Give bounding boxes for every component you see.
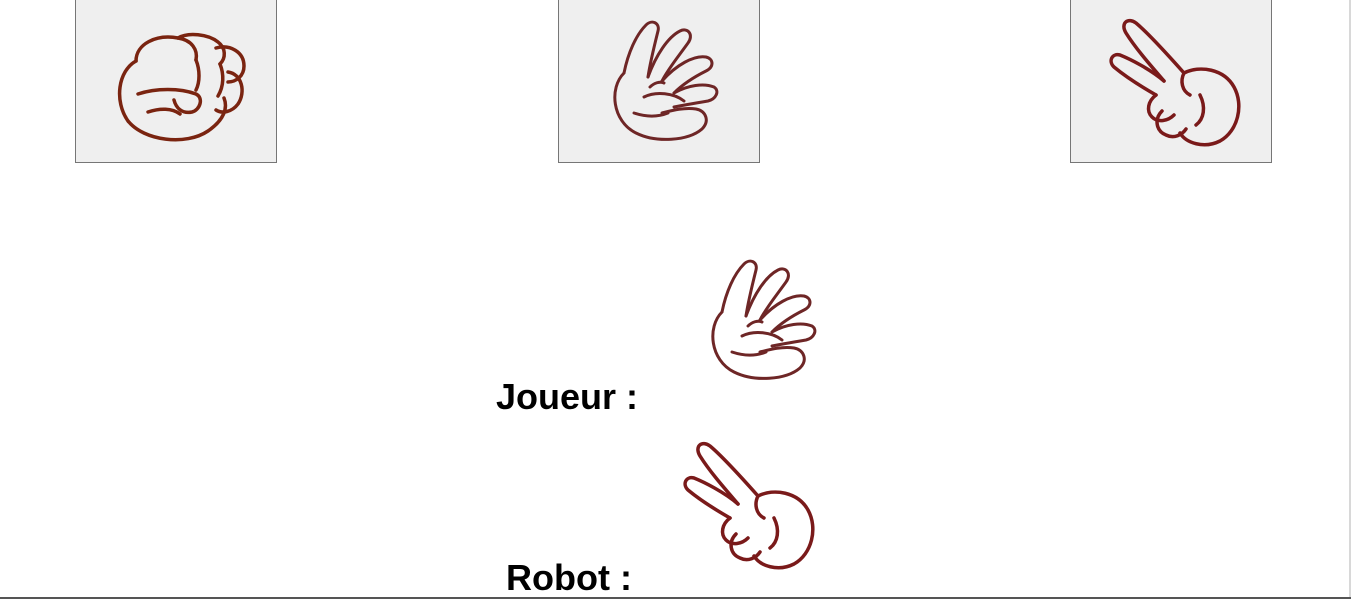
game-page: Joueur : Robot :	[0, 0, 1351, 599]
paper-button[interactable]	[558, 0, 760, 163]
scissors-hand-icon	[1109, 18, 1241, 146]
robot-choice-display	[670, 434, 820, 579]
paper-hand-icon	[613, 20, 719, 141]
robot-label: Robot :	[506, 557, 632, 598]
scissors-hand-icon	[683, 441, 815, 570]
player-label: Joueur :	[496, 376, 639, 417]
scissors-button[interactable]	[1070, 0, 1272, 163]
rock-fist-icon	[117, 32, 246, 141]
player-choice-display	[682, 252, 832, 392]
paper-hand-icon	[711, 259, 817, 380]
rock-button[interactable]	[75, 0, 277, 163]
